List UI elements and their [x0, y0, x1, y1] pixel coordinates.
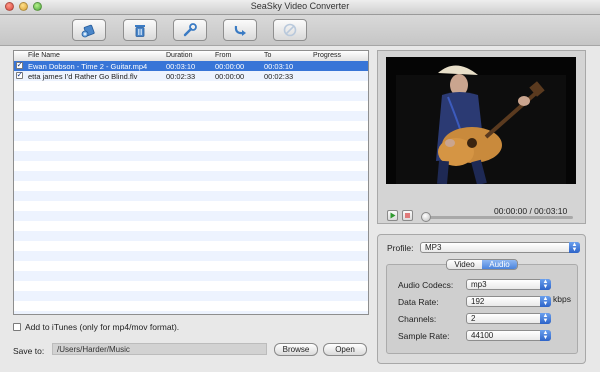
delete-icon: [135, 25, 145, 37]
tab-audio[interactable]: Audio: [482, 260, 517, 269]
save-path-field[interactable]: /Users/Harder/Music: [52, 343, 267, 355]
select-arrows-icon: ▲ ▼: [540, 313, 551, 324]
audio-codecs-value: mp3: [471, 280, 487, 289]
settings-tabs: Video Audio: [446, 259, 518, 270]
column-header-progress[interactable]: Progress: [313, 52, 341, 59]
cell-file-name: etta james I'd Rather Go Blind.flv: [28, 71, 138, 81]
itunes-checkbox[interactable]: [13, 323, 21, 331]
seek-bar[interactable]: [423, 216, 573, 219]
empty-row: [14, 281, 368, 291]
itunes-option[interactable]: Add to iTunes (only for mp4/mov format).: [13, 322, 179, 332]
convert-button[interactable]: [223, 19, 257, 41]
settings-button[interactable]: [173, 19, 207, 41]
empty-row: [14, 91, 368, 101]
empty-row: [14, 131, 368, 141]
empty-row: [14, 171, 368, 181]
tab-video[interactable]: Video: [447, 260, 482, 269]
cell-to[interactable]: 00:02:33: [264, 72, 293, 81]
profile-select[interactable]: MP3 ▲ ▼: [420, 242, 580, 253]
row-checkbox[interactable]: [16, 60, 23, 69]
play-button[interactable]: [387, 210, 398, 221]
cell-from[interactable]: 00:00:00: [215, 62, 244, 71]
empty-row: [14, 181, 368, 191]
select-arrows-icon: ▲ ▼: [540, 279, 551, 290]
cell-to[interactable]: 00:03:10: [264, 62, 293, 71]
delete-button[interactable]: [123, 19, 157, 41]
itunes-label: Add to iTunes (only for mp4/mov format).: [25, 322, 180, 332]
empty-row: [14, 301, 368, 311]
stop-playback-button[interactable]: [402, 210, 413, 221]
select-arrows-icon: ▲ ▼: [569, 242, 580, 253]
convert-arrow-icon: [234, 25, 246, 36]
window-title: SeaSky Video Converter: [250, 1, 350, 11]
profile-value: MP3: [425, 243, 442, 252]
data-rate-select[interactable]: 192 ▲ ▼: [466, 296, 551, 307]
title-bar: SeaSky Video Converter: [0, 0, 600, 15]
audio-codecs-select[interactable]: mp3 ▲ ▼: [466, 279, 551, 290]
stop-square-icon: [405, 213, 410, 218]
row-checkbox[interactable]: [16, 70, 23, 79]
empty-row: [14, 191, 368, 201]
empty-row: [14, 271, 368, 281]
column-header-duration[interactable]: Duration: [166, 52, 192, 59]
audio-settings-box: Audio Codecs: mp3 ▲ ▼ Data Rate: 192 ▲ ▼ k…: [386, 264, 578, 354]
column-header-file-name[interactable]: File Name: [28, 52, 60, 59]
table-row[interactable]: Ewan Dobson - Time 2 - Guitar.mp4 00:03:…: [14, 60, 368, 71]
cell-duration: 00:02:33: [166, 71, 196, 81]
video-frame-image: [386, 57, 576, 184]
empty-row: [14, 251, 368, 261]
empty-row: [14, 211, 368, 221]
toolbar: [0, 15, 600, 46]
sample-rate-value: 44100: [471, 331, 494, 340]
add-file-icon: [81, 24, 95, 38]
channels-value: 2: [471, 314, 476, 323]
audio-codecs-label: Audio Codecs:: [398, 280, 454, 290]
empty-row: [14, 221, 368, 231]
empty-row: [14, 141, 368, 151]
file-list-table[interactable]: File Name Duration From To Progress Ewan…: [13, 50, 369, 315]
sample-rate-label: Sample Rate:: [398, 331, 450, 341]
empty-row: [14, 81, 368, 91]
profile-label: Profile:: [387, 243, 414, 253]
data-rate-value: 192: [471, 297, 485, 306]
empty-row: [14, 291, 368, 301]
table-body: Ewan Dobson - Time 2 - Guitar.mp4 00:03:…: [14, 60, 368, 314]
empty-row: [14, 111, 368, 121]
empty-row: [14, 241, 368, 251]
data-rate-label: Data Rate:: [398, 297, 439, 307]
table-row[interactable]: etta james I'd Rather Go Blind.flv 00:02…: [14, 70, 368, 81]
cell-duration: 00:03:10: [166, 61, 196, 71]
data-rate-unit: kbps: [553, 294, 571, 304]
column-header-to[interactable]: To: [264, 52, 271, 59]
open-button[interactable]: Open: [323, 343, 367, 356]
empty-row: [14, 161, 368, 171]
empty-row: [14, 101, 368, 111]
stop-icon: [283, 23, 297, 37]
app-window: SeaSky Video Converter File Name Duratio…: [0, 0, 600, 372]
video-preview[interactable]: [386, 57, 576, 184]
save-to-label: Save to:: [13, 346, 45, 356]
empty-row: [14, 261, 368, 271]
cell-from[interactable]: 00:00:00: [215, 72, 244, 81]
channels-select[interactable]: 2 ▲ ▼: [466, 313, 551, 324]
stop-button[interactable]: [273, 19, 307, 41]
seek-handle[interactable]: [421, 212, 431, 222]
empty-row: [14, 231, 368, 241]
select-arrows-icon: ▲ ▼: [540, 330, 551, 341]
cell-file-name: Ewan Dobson - Time 2 - Guitar.mp4: [28, 61, 148, 71]
column-header-from[interactable]: From: [215, 52, 231, 59]
add-files-button[interactable]: [72, 19, 106, 41]
browse-button[interactable]: Browse: [274, 343, 318, 356]
empty-row: [14, 311, 368, 314]
sample-rate-select[interactable]: 44100 ▲ ▼: [466, 330, 551, 341]
settings-wrench-icon: [183, 23, 197, 37]
empty-row: [14, 121, 368, 131]
play-icon: [390, 212, 396, 219]
select-arrows-icon: ▲ ▼: [540, 296, 551, 307]
empty-row: [14, 151, 368, 161]
channels-label: Channels:: [398, 314, 437, 324]
playback-timecode: 00:00:00 / 00:03:10: [494, 206, 568, 216]
empty-row: [14, 201, 368, 211]
